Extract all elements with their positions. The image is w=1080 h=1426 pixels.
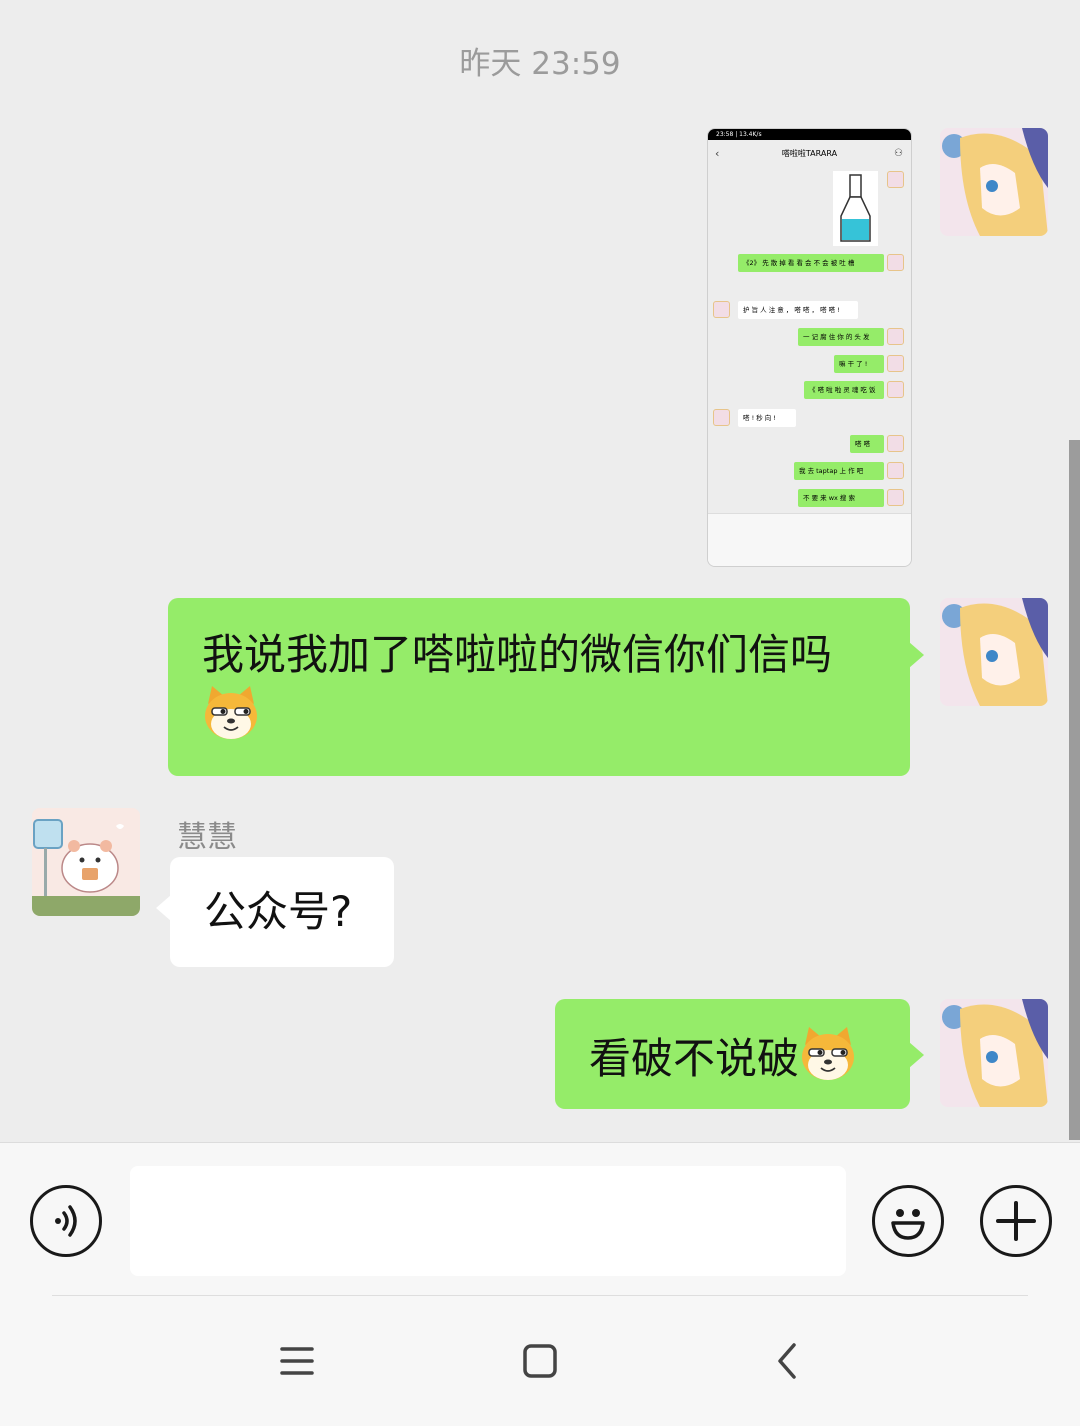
thumb-my-avatar: [887, 435, 904, 452]
thumb-my-avatar: [887, 462, 904, 479]
dog-face-emoji-icon: [799, 1025, 857, 1098]
message-text: 我说我加了嗒啦啦的微信你们信吗: [202, 630, 833, 679]
thumb-input-bar: [708, 513, 911, 538]
divider: [52, 1295, 1028, 1296]
nav-home-button[interactable]: [522, 1343, 558, 1379]
message-bubble-outgoing[interactable]: 我说我加了嗒啦啦的微信你们信吗: [168, 598, 910, 776]
thumb-other-avatar: [713, 409, 730, 426]
thumb-status-bar: 23:58 | 13.4K/s: [708, 129, 911, 140]
my-avatar[interactable]: [940, 999, 1048, 1107]
thumb-my-avatar: [887, 328, 904, 345]
my-avatar[interactable]: [940, 598, 1048, 706]
thumb-msg: 一 记 腐 住 你 的 头 发: [798, 328, 884, 346]
emoji-button[interactable]: [872, 1185, 944, 1257]
thumb-title-bar: ‹ 嗒啦啦TARARA ⚇: [708, 140, 911, 168]
thumb-bottle-sticker: [833, 171, 878, 246]
message-input[interactable]: [130, 1166, 846, 1276]
thumb-msg: 不 要 来 wx 搜 索: [798, 489, 884, 507]
thumb-profile-icon: ⚇: [894, 148, 903, 159]
smiley-icon: [891, 1209, 925, 1240]
chat-timestamp: 昨天 23:59: [459, 46, 621, 82]
thumb-back-icon: ‹: [715, 147, 720, 160]
menu-icon: [280, 1347, 314, 1375]
thumb-my-avatar: [887, 489, 904, 506]
message-bubble-outgoing[interactable]: 看破不说破: [555, 999, 910, 1109]
thumb-nav-bar: [708, 538, 911, 566]
message-text: 看破不说破: [589, 1034, 800, 1083]
thumb-chat-title: 嗒啦啦TARARA: [781, 149, 838, 158]
message-text: 公众号?: [204, 887, 353, 936]
back-icon: [778, 1343, 796, 1379]
voice-icon: [55, 1205, 77, 1237]
scrollbar[interactable]: [1069, 440, 1080, 1140]
thumb-msg: 我 去 taptap 上 作 吧: [794, 462, 884, 480]
home-icon: [523, 1344, 557, 1378]
thumb-msg: 《 嗒 啦 啦 灵 魂 吃 饭: [804, 381, 884, 399]
thumb-msg: 护 旨 人 注 意 ， 嗒 嗒 ， 嗒 嗒 !: [738, 301, 858, 319]
thumb-my-avatar: [887, 355, 904, 372]
thumb-other-avatar: [713, 301, 730, 318]
nav-back-button[interactable]: [772, 1341, 802, 1381]
my-avatar[interactable]: [940, 128, 1048, 236]
thumb-my-avatar: [887, 254, 904, 271]
thumb-msg: 嗒 ! 秒 向 !: [738, 409, 796, 427]
nav-menu-button[interactable]: [280, 1343, 314, 1379]
thumb-msg: 《2》 先 散 掉 看 看 会 不 会 被 吐 槽: [738, 254, 884, 272]
message-bubble-incoming[interactable]: 公众号?: [170, 857, 394, 967]
voice-button[interactable]: [30, 1185, 102, 1257]
more-button[interactable]: [980, 1185, 1052, 1257]
screenshot-image-message[interactable]: 23:58 | 13.4K/s ‹ 嗒啦啦TARARA ⚇ 《2》 先 散 掉 …: [707, 128, 912, 567]
bubble-tail: [156, 895, 171, 921]
chat-input-bar: [0, 1142, 1080, 1426]
sender-name: 慧慧: [177, 820, 237, 855]
thumb-my-avatar: [887, 171, 904, 188]
dog-face-emoji-icon: [202, 684, 260, 757]
thumb-msg: 嘛 干 了 !: [834, 355, 884, 373]
bubble-tail: [909, 1042, 924, 1068]
bubble-tail: [909, 642, 924, 668]
contact-avatar[interactable]: [32, 808, 140, 916]
thumb-msg: 嗒 嗒: [850, 435, 884, 453]
plus-icon: [996, 1201, 1036, 1241]
thumb-my-avatar: [887, 381, 904, 398]
